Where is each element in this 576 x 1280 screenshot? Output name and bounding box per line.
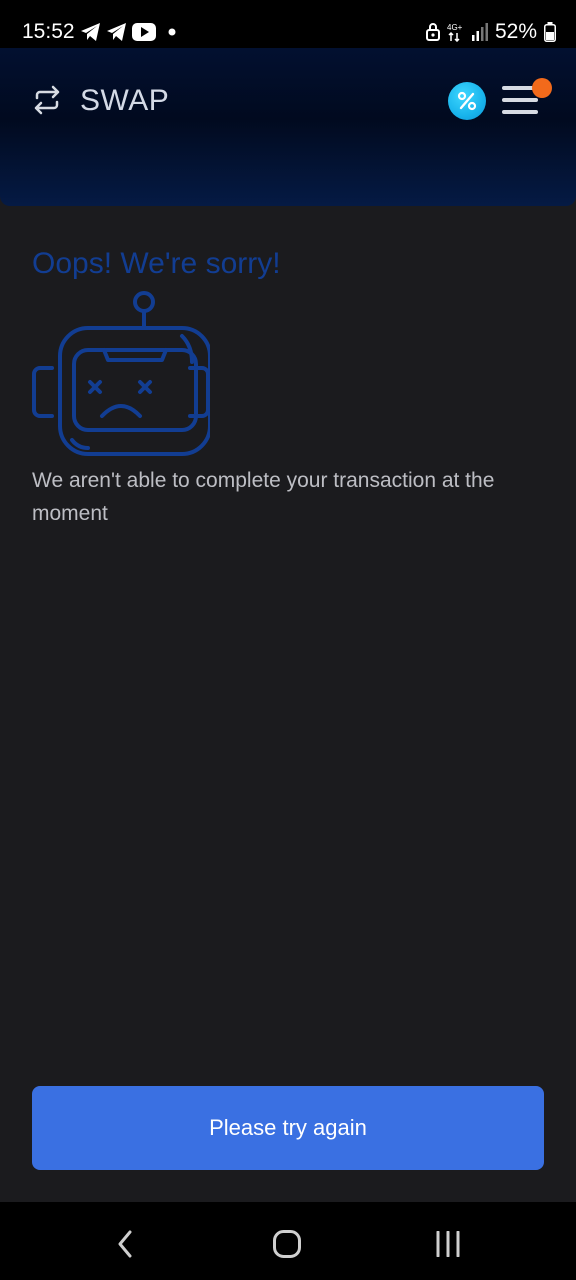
- network-label: 4G+: [447, 23, 463, 32]
- notification-badge: [532, 78, 552, 98]
- menu-icon-bar: [502, 110, 538, 114]
- signal-icon: [471, 23, 488, 41]
- back-button[interactable]: [104, 1222, 148, 1266]
- battery-icon: [544, 22, 556, 42]
- youtube-icon: [132, 23, 156, 41]
- page-title: SWAP: [80, 84, 170, 117]
- recents-button[interactable]: [426, 1222, 470, 1266]
- error-message: We aren't able to complete your transact…: [32, 469, 495, 525]
- status-time: 15:52: [22, 20, 75, 43]
- telegram-icon: [107, 23, 126, 41]
- home-button[interactable]: [265, 1222, 309, 1266]
- promo-button[interactable]: [448, 82, 486, 120]
- error-title: Oops! We're sorry!: [32, 247, 281, 280]
- network-4g-icon: 4G+: [447, 23, 463, 42]
- back-icon: [118, 1230, 132, 1258]
- notification-icons: [80, 21, 180, 43]
- status-bar: 15:52 4G+ 52%: [0, 0, 576, 48]
- telegram-icon: [81, 23, 100, 41]
- system-nav-bar: [0, 1202, 576, 1280]
- retry-button[interactable]: Please try again: [32, 1086, 544, 1170]
- home-icon: [273, 1230, 301, 1258]
- lock-icon: [425, 23, 440, 41]
- app-header: SWAP: [0, 48, 576, 206]
- battery-percent: 52%: [494, 20, 537, 43]
- menu-icon-bar: [502, 98, 538, 102]
- swap-icon[interactable]: [31, 84, 63, 116]
- screen: 15:52 4G+ 52% SWAP Oops! We're sorry! We…: [0, 0, 576, 1280]
- dot-icon: [168, 28, 176, 36]
- percent-icon: [457, 91, 477, 111]
- system-icons: 4G+ 52%: [425, 20, 556, 44]
- sad-robot-icon: [32, 291, 210, 456]
- recents-icon: [436, 1231, 460, 1257]
